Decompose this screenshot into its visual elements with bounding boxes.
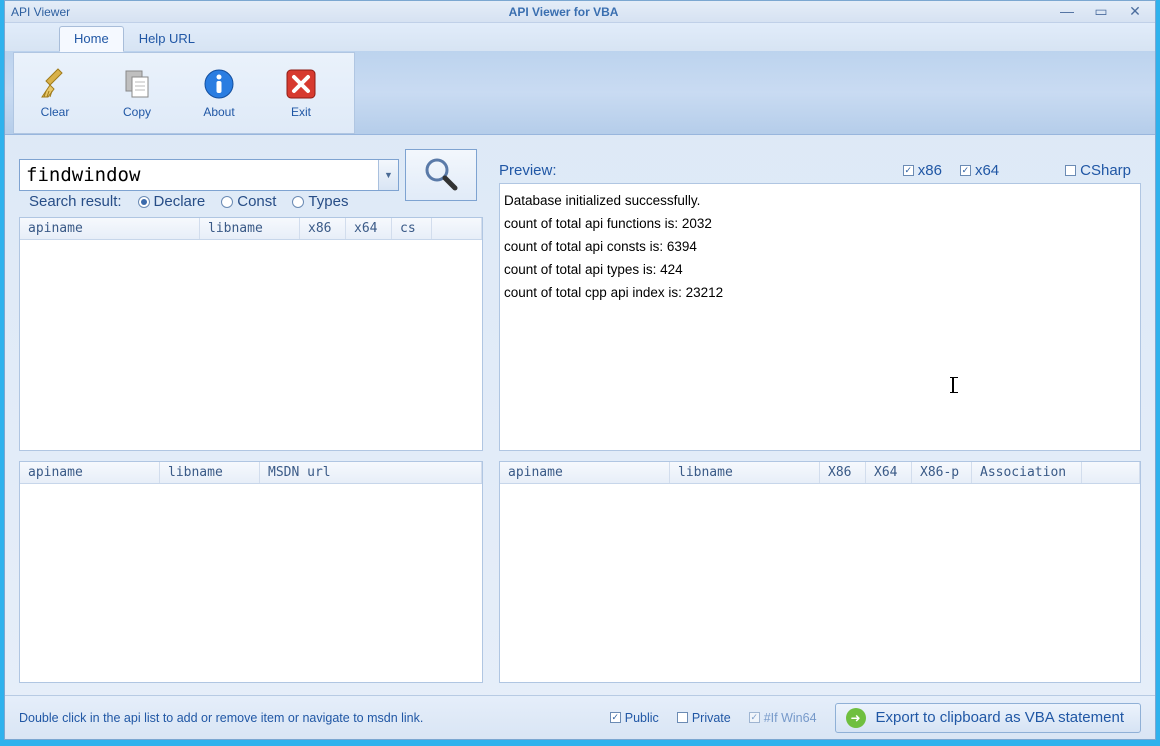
radio-types[interactable]: Types	[292, 193, 348, 210]
check-csharp[interactable]: CSharp	[1065, 162, 1131, 179]
check-public[interactable]: Public	[610, 711, 659, 725]
preview-label: Preview:	[499, 162, 557, 179]
col-apiname[interactable]: apiname	[500, 462, 670, 483]
magnifier-icon	[421, 154, 461, 197]
export-label: Export to clipboard as VBA statement	[876, 709, 1124, 726]
tab-row: Home Help URL	[5, 23, 1155, 51]
info-icon	[202, 67, 236, 101]
preview-pane[interactable]: Database initialized successfully. count…	[499, 183, 1141, 451]
search-button[interactable]	[405, 149, 477, 201]
about-label: About	[203, 105, 234, 119]
association-grid[interactable]: apiname libname X86 X64 X86-p Associatio…	[499, 461, 1141, 683]
preview-line: Database initialized successfully.	[504, 190, 1136, 213]
preview-checks: x86 x64 CSharp	[903, 162, 1141, 179]
preview-line: count of total api functions is: 2032	[504, 213, 1136, 236]
ribbon-group-main: Clear Copy About Exit	[13, 52, 355, 134]
preview-line: count of total api types is: 424	[504, 259, 1136, 282]
col-apiname[interactable]: apiname	[20, 218, 200, 239]
col-cs[interactable]: cs	[392, 218, 432, 239]
col-msdn-url[interactable]: MSDN url	[260, 462, 482, 483]
radio-row: Search result: Declare Const Types	[29, 193, 348, 210]
copy-button[interactable]: Copy	[96, 54, 178, 132]
col-x86[interactable]: x86	[300, 218, 346, 239]
preview-line: count of total cpp api index is: 23212	[504, 282, 1136, 305]
col-association[interactable]: Association	[972, 462, 1082, 483]
col-libname[interactable]: libname	[670, 462, 820, 483]
selected-grid[interactable]: apiname libname MSDN url	[19, 461, 483, 683]
check-x86[interactable]: x86	[903, 162, 942, 179]
search-input[interactable]	[20, 160, 378, 190]
statusbar: Double click in the api list to add or r…	[5, 695, 1155, 739]
export-icon: ➜	[846, 708, 866, 728]
exit-button[interactable]: Exit	[260, 54, 342, 132]
window-controls: — ▭ ✕	[1057, 5, 1145, 19]
col-libname[interactable]: libname	[160, 462, 260, 483]
col-x64[interactable]: x64	[346, 218, 392, 239]
col-x86-p[interactable]: X86-p	[912, 462, 972, 483]
app-window: API Viewer API Viewer for VBA — ▭ ✕ Home…	[4, 0, 1156, 740]
title-left: API Viewer	[11, 5, 70, 19]
tab-home[interactable]: Home	[59, 26, 124, 52]
chevron-down-icon[interactable]: ▼	[378, 160, 398, 190]
grid-body[interactable]	[20, 240, 482, 450]
col-empty	[432, 218, 482, 239]
grid-header: apiname libname X86 X64 X86-p Associatio…	[500, 462, 1140, 484]
col-libname[interactable]: libname	[200, 218, 300, 239]
maximize-button[interactable]: ▭	[1091, 5, 1111, 19]
tab-help-url[interactable]: Help URL	[124, 26, 210, 51]
exit-label: Exit	[291, 105, 311, 119]
grid-header: apiname libname x86 x64 cs	[20, 218, 482, 240]
col-apiname[interactable]: apiname	[20, 462, 160, 483]
search-results-grid[interactable]: apiname libname x86 x64 cs	[19, 217, 483, 451]
clear-label: Clear	[41, 105, 70, 119]
close-button[interactable]: ✕	[1125, 5, 1145, 19]
text-cursor-icon	[952, 377, 954, 393]
search-combo[interactable]: ▼	[19, 159, 399, 191]
search-result-label: Search result:	[29, 193, 122, 210]
about-button[interactable]: About	[178, 54, 260, 132]
grid-body[interactable]	[20, 484, 482, 682]
check-if-win64[interactable]: #If Win64	[749, 711, 817, 725]
export-button[interactable]: ➜ Export to clipboard as VBA statement	[835, 703, 1141, 733]
preview-header: Preview: x86 x64 CSharp	[499, 157, 1141, 183]
minimize-button[interactable]: —	[1057, 5, 1077, 19]
titlebar: API Viewer API Viewer for VBA — ▭ ✕	[5, 1, 1155, 23]
check-private[interactable]: Private	[677, 711, 731, 725]
grid-header: apiname libname MSDN url	[20, 462, 482, 484]
copy-label: Copy	[123, 105, 151, 119]
radio-declare[interactable]: Declare	[138, 193, 206, 210]
copy-icon	[120, 67, 154, 101]
col-empty	[1082, 462, 1140, 483]
grid-body[interactable]	[500, 484, 1140, 682]
check-x64[interactable]: x64	[960, 162, 999, 179]
title-center: API Viewer for VBA	[70, 5, 1057, 19]
close-icon	[284, 67, 318, 101]
status-hint: Double click in the api list to add or r…	[19, 711, 423, 725]
preview-line: count of total api consts is: 6394	[504, 236, 1136, 259]
ribbon: Clear Copy About Exit	[5, 51, 1155, 135]
col-x64[interactable]: X64	[866, 462, 912, 483]
content-area: ▼ Search result: Declare Const Types Pre…	[19, 149, 1141, 689]
col-x86[interactable]: X86	[820, 462, 866, 483]
radio-const[interactable]: Const	[221, 193, 276, 210]
clear-button[interactable]: Clear	[14, 54, 96, 132]
broom-icon	[38, 67, 72, 101]
